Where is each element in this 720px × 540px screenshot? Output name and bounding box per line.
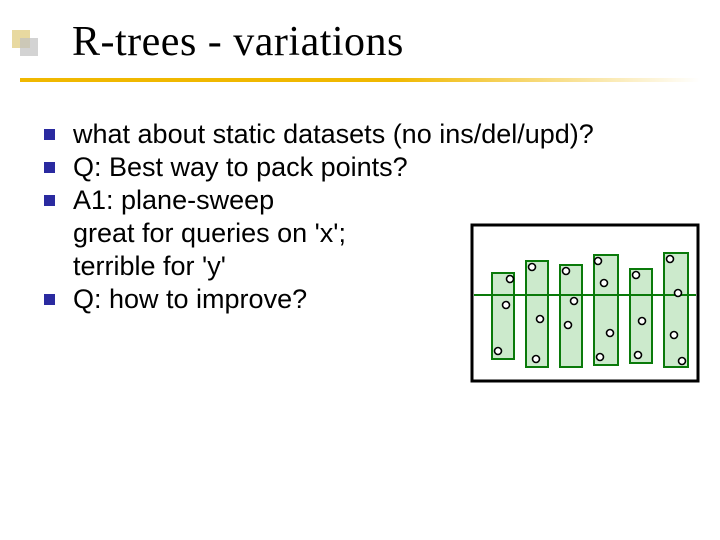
slide-title: R-trees - variations	[72, 18, 404, 66]
bullet-item: what about static datasets (no ins/del/u…	[44, 118, 684, 151]
bullet-icon	[44, 294, 55, 305]
bullet-text: what about static datasets (no ins/del/u…	[73, 118, 684, 151]
bullet-item: A1: plane-sweep	[44, 184, 684, 217]
slide: R-trees - variations what about static d…	[0, 0, 720, 540]
bullet-text: Q: Best way to pack points?	[73, 151, 684, 184]
bullet-text: A1: plane-sweep	[73, 184, 684, 217]
bullet-icon	[44, 129, 55, 140]
plane-sweep-diagram	[470, 223, 700, 383]
bullet-item: Q: Best way to pack points?	[44, 151, 684, 184]
bullet-icon	[44, 162, 55, 173]
corner-decoration-icon	[10, 28, 42, 60]
title-underline	[20, 78, 700, 82]
bullet-icon	[44, 195, 55, 206]
